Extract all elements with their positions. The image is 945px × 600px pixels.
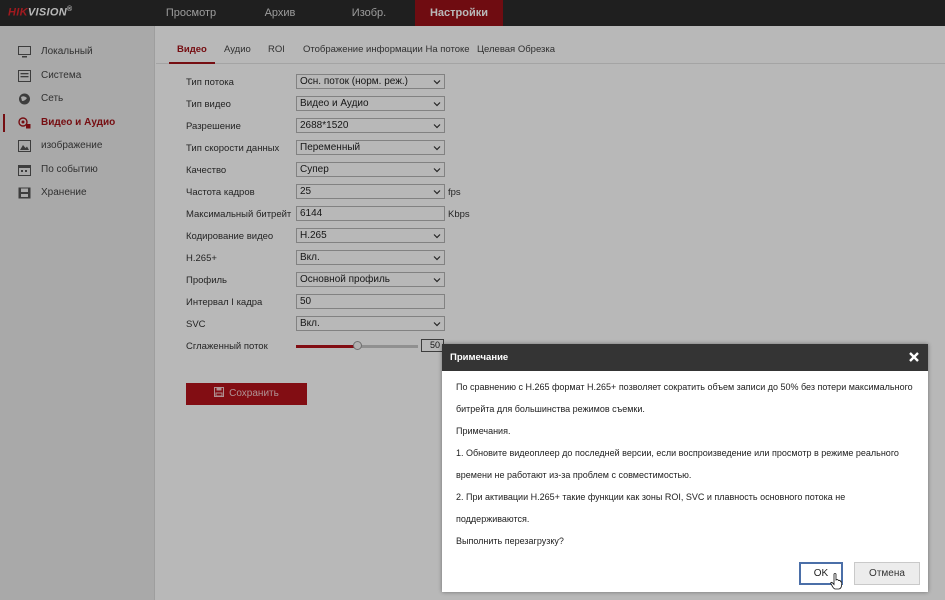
dialog-header: Примечание: [442, 344, 928, 371]
dialog-text-line: 2. При активации H.265+ такие функции ка…: [456, 492, 846, 502]
dialog-text-line: Примечания.: [456, 426, 511, 436]
dialog-text-line: 1. Обновите видеоплеер до последней верс…: [456, 448, 899, 458]
dialog-title: Примечание: [450, 352, 509, 363]
cancel-button[interactable]: Отмена: [854, 562, 920, 585]
dialog-text-line: По сравнению с H.265 формат H.265+ позво…: [456, 382, 913, 392]
dialog-text-line: битрейта для большинства режимов съемки.: [456, 404, 645, 414]
dialog-text-line: времени не работают из-за проблем с совм…: [456, 470, 692, 480]
close-icon[interactable]: [907, 350, 921, 364]
note-dialog: Примечание По сравнению с H.265 формат H…: [442, 344, 928, 592]
dialog-text-line: Выполнить перезагрузку?: [456, 536, 564, 546]
dialog-text-line: поддерживаются.: [456, 514, 530, 524]
hand-cursor-icon: [830, 573, 842, 590]
